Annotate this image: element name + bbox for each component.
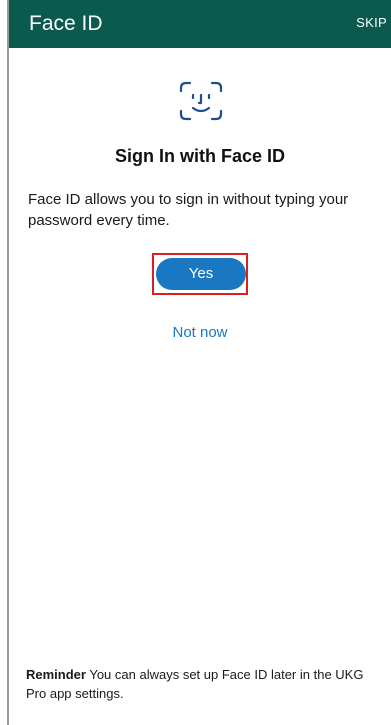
skip-button[interactable]: SKIP bbox=[356, 15, 387, 31]
top-bar: Face ID SKIP bbox=[9, 0, 391, 48]
screen-title: Face ID bbox=[29, 12, 103, 35]
not-now-link[interactable]: Not now bbox=[9, 323, 391, 343]
reminder-text: Reminder You can always set up Face ID l… bbox=[26, 665, 386, 703]
left-edge-divider bbox=[7, 0, 9, 725]
sign-in-face-id-heading: Sign In with Face ID bbox=[114, 146, 285, 166]
reminder-label: Reminder bbox=[26, 667, 86, 682]
face-id-description: Face ID allows you to sign in without ty… bbox=[28, 191, 349, 229]
yes-button[interactable]: Yes bbox=[156, 258, 246, 290]
face-id-icon bbox=[177, 80, 225, 122]
screen: Face ID SKIP Sign In with Face ID Face I… bbox=[0, 0, 391, 725]
